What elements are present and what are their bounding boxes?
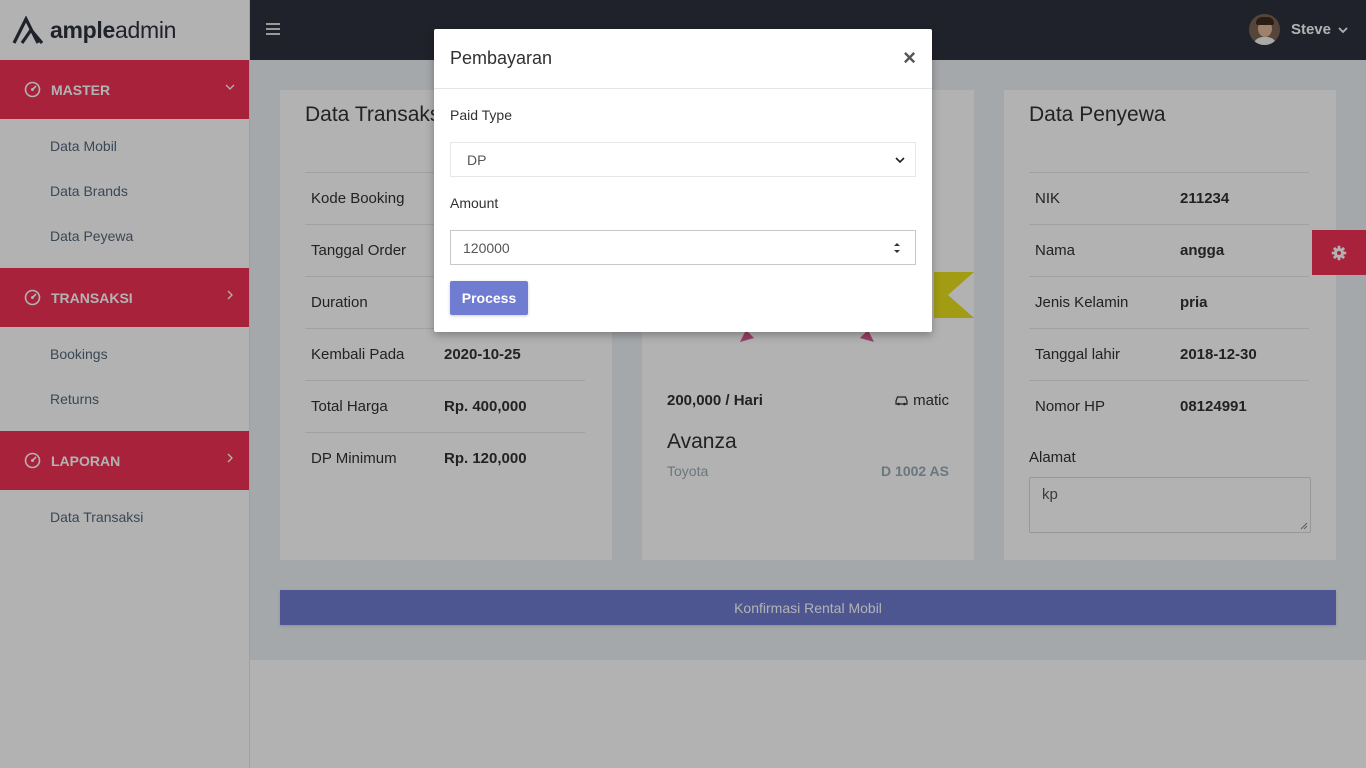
close-icon[interactable]: × (903, 47, 916, 69)
amount-label: Amount (450, 195, 499, 211)
process-button[interactable]: Process (450, 281, 528, 315)
amount-value: 120000 (463, 239, 510, 256)
payment-modal: Pembayaran × Paid Type DP Amount 120000 … (434, 29, 932, 332)
paid-type-label: Paid Type (450, 107, 513, 123)
modal-title: Pembayaran (450, 48, 553, 68)
number-spinner-icon[interactable] (893, 241, 901, 255)
paid-type-value: DP (467, 151, 487, 168)
modal-header: Pembayaran × (434, 29, 932, 89)
amount-input[interactable]: 120000 (450, 230, 916, 265)
paid-type-select[interactable]: DP (450, 142, 916, 177)
chevron-down-icon (895, 157, 905, 164)
